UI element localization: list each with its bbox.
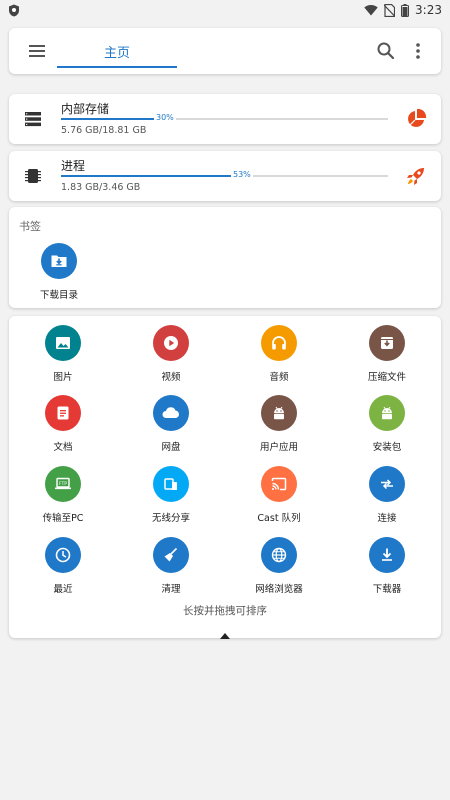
grid-label: Cast 队列	[257, 513, 301, 524]
grid-item-clean[interactable]: 清理	[121, 537, 221, 595]
category-grid: 图片 视频 音频 压缩文件 文档 网盘 用户应用 安装包 FTP 传输至PC 无…	[9, 316, 441, 639]
grid-item-images[interactable]: 图片	[13, 325, 113, 383]
grid-item-recent[interactable]: 最近	[13, 537, 113, 595]
download-folder-icon	[41, 243, 77, 279]
search-icon[interactable]	[375, 40, 397, 62]
bookmark-download-folder[interactable]: 下载目录	[33, 243, 85, 301]
android-icon	[261, 395, 297, 431]
grid-label: 视频	[161, 372, 181, 383]
grid-item-cast-queue[interactable]: Cast 队列	[229, 466, 329, 524]
grid-item-user-apps[interactable]: 用户应用	[229, 395, 329, 453]
shield-icon	[8, 4, 20, 17]
status-bar: 3:23	[0, 0, 450, 20]
grid-label: 网络浏览器	[255, 584, 303, 595]
tab-indicator	[57, 66, 177, 68]
storage-card-internal[interactable]: 内部存储 30% 5.76 GB/18.81 GB	[9, 94, 441, 144]
grid-item-apk[interactable]: 安装包	[337, 395, 437, 453]
grid-label: 清理	[161, 584, 181, 595]
collapse-arrow-icon[interactable]	[220, 624, 230, 639]
grid-label: 音频	[269, 372, 289, 383]
grid-label: 无线分享	[151, 513, 190, 524]
broom-icon	[153, 537, 189, 573]
grid-item-audio[interactable]: 音频	[229, 325, 329, 383]
devices-icon	[153, 466, 189, 502]
grid-item-documents[interactable]: 文档	[13, 395, 113, 453]
process-progress-bar: 53%	[61, 170, 388, 179]
grid-label: 连接	[377, 513, 397, 524]
swap-arrows-icon	[369, 466, 405, 502]
pie-chart-icon[interactable]	[405, 108, 427, 130]
grid-label: 网盘	[161, 442, 181, 453]
process-name: 进程	[61, 159, 86, 173]
storage-card-process[interactable]: 进程 53% 1.83 GB/3.46 GB	[9, 151, 441, 201]
process-percent: 53%	[231, 170, 253, 179]
wifi-icon	[364, 4, 378, 16]
menu-icon[interactable]	[25, 40, 49, 62]
download-icon	[369, 537, 405, 573]
status-time: 3:23	[415, 3, 442, 17]
storage-name: 内部存储	[61, 102, 110, 116]
chip-icon	[23, 166, 43, 186]
cast-icon	[261, 466, 297, 502]
grid-label: 压缩文件	[367, 372, 406, 383]
no-sim-icon	[384, 3, 396, 17]
grid-item-cloud[interactable]: 网盘	[121, 395, 221, 453]
grid-item-downloader[interactable]: 下载器	[337, 537, 437, 595]
app-bar: 主页	[9, 28, 441, 74]
grid-label: 安装包	[372, 442, 402, 453]
archive-icon	[369, 325, 405, 361]
android-icon	[369, 395, 405, 431]
bookmarks-card: 书签 下载目录	[9, 207, 441, 308]
headphones-icon	[261, 325, 297, 361]
document-icon	[45, 395, 81, 431]
svg-text:FTP: FTP	[59, 481, 67, 487]
grid-item-wireless-share[interactable]: 无线分享	[121, 466, 221, 524]
storage-percent: 30%	[154, 113, 176, 122]
more-options-icon[interactable]	[409, 40, 427, 62]
battery-icon	[401, 3, 410, 17]
storage-list-icon	[23, 109, 43, 129]
grid-item-transfer-to-pc[interactable]: FTP 传输至PC	[13, 466, 113, 524]
clock-icon	[45, 537, 81, 573]
storage-progress-bar: 30%	[61, 113, 388, 122]
storage-progress-fill	[61, 118, 160, 120]
grid-label: 用户应用	[259, 442, 298, 453]
ftp-laptop-icon: FTP	[45, 466, 81, 502]
grid-item-connect[interactable]: 连接	[337, 466, 437, 524]
process-progress-fill	[61, 175, 235, 177]
grid-label: 文档	[53, 442, 73, 453]
grid-item-web-browser[interactable]: 网络浏览器	[229, 537, 329, 595]
bookmarks-title: 书签	[19, 220, 41, 233]
grid-item-video[interactable]: 视频	[121, 325, 221, 383]
process-size: 1.83 GB/3.46 GB	[61, 182, 141, 193]
rocket-icon[interactable]	[405, 165, 427, 187]
image-icon	[45, 325, 81, 361]
storage-size: 5.76 GB/18.81 GB	[61, 125, 147, 136]
grid-label: 图片	[53, 372, 73, 383]
globe-icon	[261, 537, 297, 573]
grid-label: 最近	[53, 584, 73, 595]
cloud-icon	[153, 395, 189, 431]
play-icon	[153, 325, 189, 361]
grid-item-archives[interactable]: 压缩文件	[337, 325, 437, 383]
reorder-hint: 长按并拖拽可排序	[183, 605, 267, 617]
grid-label: 下载器	[372, 584, 402, 595]
grid-label: 传输至PC	[42, 513, 84, 524]
bookmark-label: 下载目录	[39, 290, 78, 301]
